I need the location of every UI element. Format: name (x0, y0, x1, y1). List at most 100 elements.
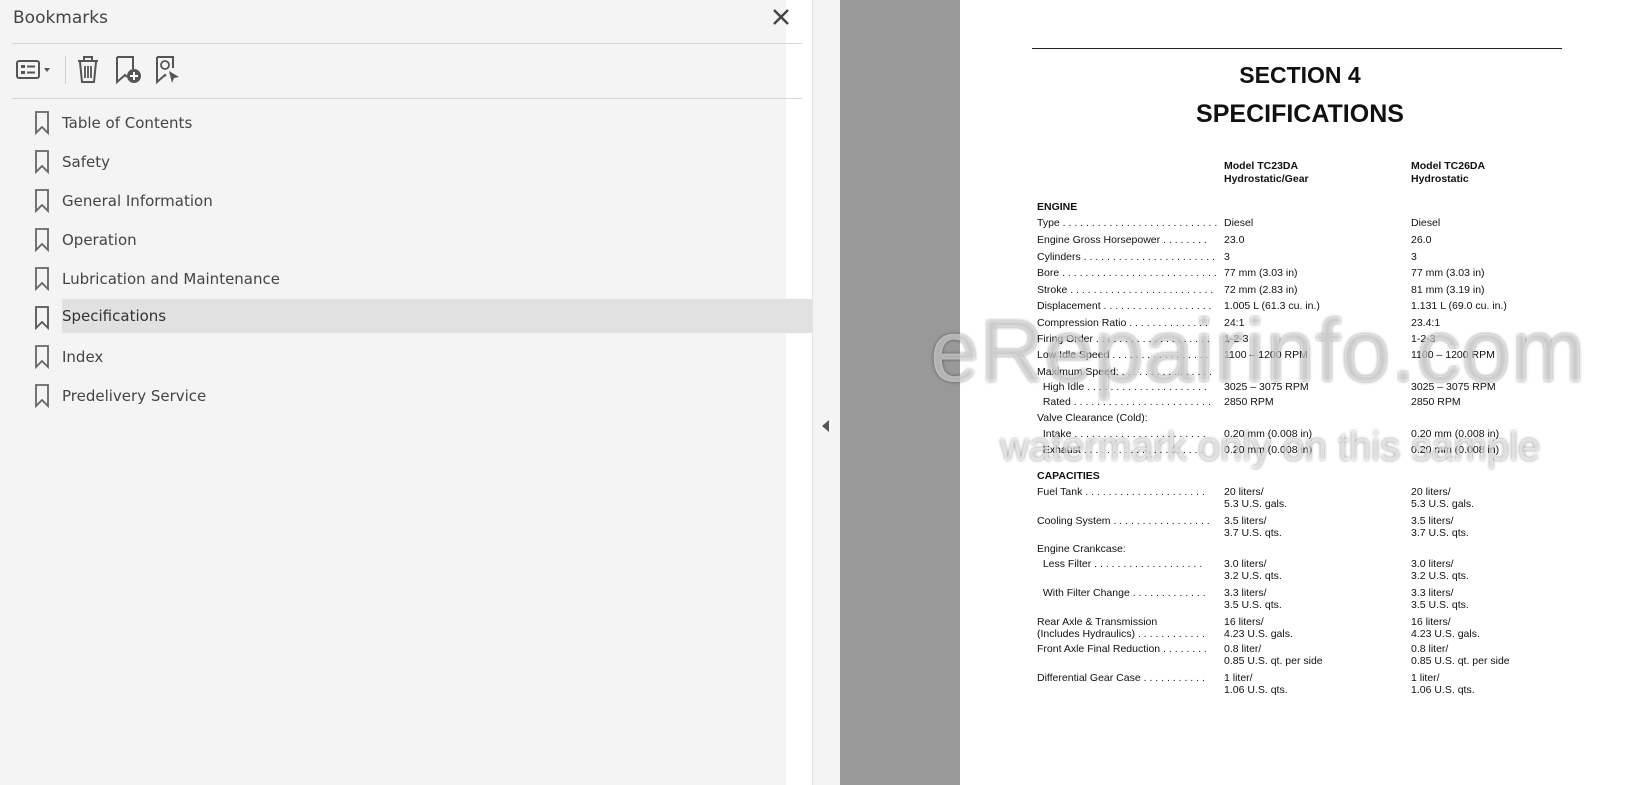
spec-value-model-2: 26.0 (1411, 234, 1432, 246)
bookmark-search-icon (156, 56, 179, 85)
delete-bookmark-button[interactable] (72, 54, 104, 86)
spec-value-model-2: 3025 – 3075 RPM (1411, 381, 1496, 393)
spec-value-model-2: 23.4:1 (1411, 317, 1441, 329)
bookmark-icon (35, 111, 49, 135)
spec-label: Rated . . . . . . . . . . . . . . . . . … (1037, 396, 1211, 408)
bookmark-label: General Information (62, 192, 213, 210)
spec-value-model-1: 3.2 U.S. qts. (1224, 570, 1282, 582)
bookmark-item[interactable]: Lubrication and Maintenance (0, 260, 812, 299)
spec-value-model-2: 3.7 U.S. qts. (1411, 527, 1469, 539)
spec-value-model-1: 3.5 U.S. qts. (1224, 599, 1282, 611)
bookmark-item-selected[interactable]: Specifications (0, 299, 812, 338)
spec-value-model-1: 1100 – 1200 RPM (1224, 349, 1308, 361)
bookmark-label: Lubrication and Maintenance (62, 270, 280, 288)
spec-value-model-1: 1-2-3 (1224, 333, 1249, 345)
find-bookmark-button[interactable] (152, 54, 184, 86)
bookmark-label: Index (62, 348, 104, 366)
spec-label: Exhaust . . . . . . . . . . . . . . . . … (1037, 444, 1204, 456)
panel-splitter[interactable] (812, 0, 840, 785)
bookmark-label: Safety (62, 153, 110, 171)
bookmark-label: Operation (62, 231, 137, 249)
spec-value-model-1: 3 (1224, 251, 1230, 263)
bookmark-list: Table of Contents Safety General Informa… (0, 104, 812, 416)
close-icon (773, 9, 789, 25)
spec-value-model-1: 23.0 (1224, 234, 1245, 246)
spec-value-model-2: 1100 – 1200 RPM (1411, 349, 1495, 361)
spec-value-model-2: 0.20 mm (0.008 in) (1411, 444, 1500, 456)
spec-value-model-2: 1.131 L (69.0 cu. in.) (1411, 300, 1507, 312)
spec-value-model-1: 2850 RPM (1224, 396, 1274, 408)
spec-value-model-2: 5.3 U.S. gals. (1411, 498, 1475, 510)
spec-label: Fuel Tank . . . . . . . . . . . . . . . … (1037, 486, 1205, 498)
column-header-model-1: Model TC23DA Hydrostatic/Gear (1224, 160, 1309, 185)
bookmark-item[interactable]: Index (0, 338, 812, 377)
spec-value-model-2: 3.5 U.S. qts. (1411, 599, 1469, 611)
collapse-arrow-icon[interactable] (822, 420, 829, 432)
trash-icon (78, 56, 98, 83)
panel-divider (12, 43, 802, 44)
spec-value-model-1: 1.06 U.S. qts. (1224, 684, 1288, 696)
spec-value-model-1: 0.85 U.S. qt. per side (1224, 655, 1323, 667)
document-viewer[interactable]: SECTION 4 SPECIFICATIONS Model TC23DA Hy… (840, 0, 1635, 785)
column-header-model-2: Model TC26DA Hydrostatic (1411, 160, 1486, 185)
close-panel-button[interactable] (770, 6, 792, 28)
toolbar-divider (65, 56, 66, 84)
add-bookmark-icon (116, 56, 141, 85)
bookmark-item[interactable]: Predelivery Service (0, 377, 812, 416)
bookmark-label: Specifications (62, 299, 812, 333)
spec-value-model-1: 4.23 U.S. gals. (1224, 628, 1293, 640)
spec-value-model-2: Diesel (1411, 217, 1441, 229)
spec-value-model-2: 3.2 U.S. qts. (1411, 570, 1469, 582)
spec-value-model-2: 1.06 U.S. qts. (1411, 684, 1475, 696)
bookmark-icon (35, 228, 49, 252)
spec-label: Firing Order . . . . . . . . . . . . . .… (1037, 333, 1210, 345)
spec-label: Cooling System . . . . . . . . . . . . .… (1037, 515, 1210, 527)
spec-label: High Idle . . . . . . . . . . . . . . . … (1037, 381, 1207, 393)
new-bookmark-button[interactable] (112, 54, 144, 86)
bookmarks-toolbar (12, 54, 212, 86)
spec-label: Less Filter . . . . . . . . . . . . . . … (1037, 558, 1203, 570)
spec-value-model-2: 1-2-3 (1411, 333, 1436, 345)
bookmark-icon (35, 306, 49, 330)
spec-value-model-2: 0.20 mm (0.008 in) (1411, 428, 1500, 440)
section-title: SPECIFICATIONS (1196, 100, 1404, 128)
bookmark-item[interactable]: General Information (0, 182, 812, 221)
spec-value-model-1: 24:1 (1224, 317, 1245, 329)
spec-value-model-1: 0.20 mm (0.008 in) (1224, 444, 1313, 456)
spec-label: Type . . . . . . . . . . . . . . . . . .… (1037, 217, 1218, 229)
options-menu-button[interactable] (12, 54, 56, 86)
spec-label: Displacement . . . . . . . . . . . . . .… (1037, 300, 1212, 312)
spec-label: Differential Gear Case . . . . . . . . .… (1037, 672, 1205, 684)
spec-value-model-1: 1.005 L (61.3 cu. in.) (1224, 300, 1320, 312)
bookmark-item[interactable]: Table of Contents (0, 104, 812, 143)
document-page: SECTION 4 SPECIFICATIONS Model TC23DA Hy… (960, 0, 1635, 785)
bookmark-label: Table of Contents (62, 114, 193, 132)
spec-value-model-1: 3025 – 3075 RPM (1224, 381, 1309, 393)
spec-value-model-1: Diesel (1224, 217, 1254, 229)
spec-label: Engine Gross Horsepower . . . . . . . . (1037, 234, 1207, 246)
page-rule (1032, 48, 1562, 49)
spec-label: ENGINE (1037, 201, 1078, 213)
spec-label: Intake . . . . . . . . . . . . . . . . .… (1037, 428, 1206, 440)
bookmark-item[interactable]: Operation (0, 221, 812, 260)
spec-value-model-2: 0.85 U.S. qt. per side (1411, 655, 1510, 667)
spec-label: Maximum Speed: . . . . . . . . . . . . .… (1037, 366, 1213, 378)
spec-value-model-2: 77 mm (3.03 in) (1411, 267, 1485, 279)
spec-label: (Includes Hydraulics) . . . . . . . . . … (1037, 628, 1206, 640)
bookmarks-panel: Bookmarks Table of Contents Safety Gener… (0, 0, 812, 785)
spec-label: Bore . . . . . . . . . . . . . . . . . .… (1037, 267, 1217, 279)
spec-value-model-1: 3.7 U.S. qts. (1224, 527, 1282, 539)
spec-value-model-2: 4.23 U.S. gals. (1411, 628, 1480, 640)
spec-label: CAPACITIES (1037, 470, 1100, 482)
spec-label: Cylinders . . . . . . . . . . . . . . . … (1037, 251, 1215, 263)
spec-value-model-2: 2850 RPM (1411, 396, 1461, 408)
bookmark-item[interactable]: Safety (0, 143, 812, 182)
spec-label: Low Idle Speed . . . . . . . . . . . . .… (1037, 349, 1209, 361)
spec-value-model-2: 3 (1411, 251, 1417, 263)
bookmark-icon (35, 150, 49, 174)
bookmark-icon (35, 189, 49, 213)
spec-value-model-2: 81 mm (3.19 in) (1411, 284, 1485, 296)
panel-title: Bookmarks (13, 8, 108, 28)
spec-label: Engine Crankcase: (1037, 543, 1126, 555)
spec-label: Front Axle Final Reduction . . . . . . .… (1037, 643, 1207, 655)
